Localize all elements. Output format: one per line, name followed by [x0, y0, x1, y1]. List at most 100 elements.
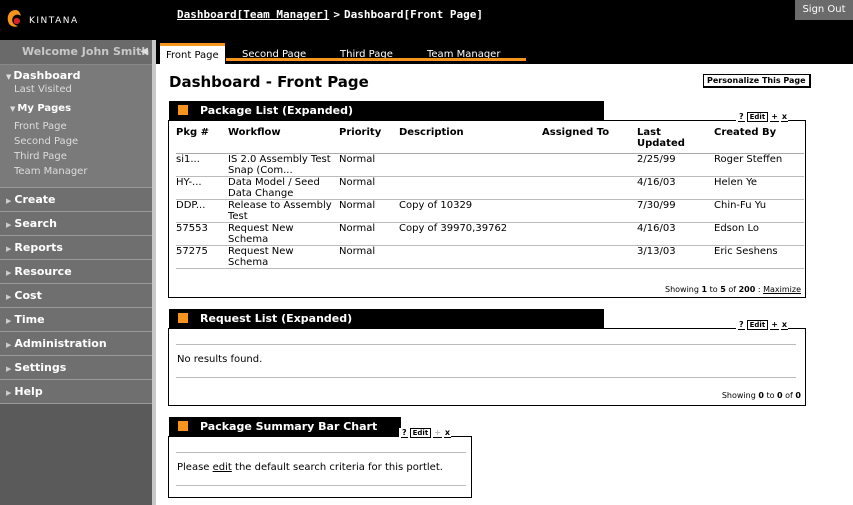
tab-third-page[interactable]: Third Page — [340, 46, 393, 64]
sidebar-item-label: Administration — [14, 337, 107, 350]
created-by-cell: Chin-Fu Yu — [714, 199, 804, 223]
tab-team-manager[interactable]: Team Manager — [427, 46, 500, 64]
pagination-summary: Showing 0 to 0 of 0 — [722, 391, 801, 400]
column-header[interactable]: Description — [399, 127, 542, 154]
assigned-to-cell — [542, 199, 637, 223]
footer-text: to — [766, 391, 775, 400]
sidebar-item-search[interactable]: ▶ Search — [0, 212, 152, 236]
workflow-cell: Release to Assembly Test — [228, 199, 339, 223]
tab-second-page[interactable]: Second Page — [242, 46, 306, 64]
help-icon[interactable]: ? — [401, 428, 408, 438]
edit-button[interactable]: Edit — [746, 320, 769, 330]
column-header[interactable]: Workflow — [228, 127, 339, 154]
last-updated-cell: 4/16/03 — [637, 176, 714, 200]
page-title: Dashboard - Front Page — [169, 73, 369, 91]
workflow-cell: Request New Schema — [228, 245, 339, 269]
package-table: Pkg # Workflow Priority Description Assi… — [176, 127, 804, 269]
sidebar-item-help[interactable]: ▶ Help — [0, 380, 152, 404]
sidebar-item-cost[interactable]: ▶ Cost — [0, 284, 152, 308]
portlet-header: Request List (Expanded) — [169, 309, 604, 328]
collapsed-triangle-icon: ▶ — [6, 245, 12, 253]
welcome-bar: Welcome John Smith ◀ — [0, 40, 152, 65]
table-row: HY-... Data Model / Seed Data Change Nor… — [176, 176, 804, 200]
footer-text: : — [757, 285, 761, 294]
portlet-controls: ? Edit + x — [736, 320, 789, 330]
column-header[interactable]: Pkg # — [176, 127, 228, 154]
package-link[interactable]: 57553 — [176, 223, 208, 234]
package-link[interactable]: si1... — [176, 154, 200, 165]
pagination-summary: Showing 1 to 5 of 200 : Maximize — [665, 285, 801, 294]
sidebar-item-resource[interactable]: ▶ Resource — [0, 260, 152, 284]
expanded-triangle-icon: ▼ — [6, 73, 12, 81]
close-icon[interactable]: x — [780, 320, 789, 330]
kintana-logo: KINTANA — [6, 6, 146, 34]
portlet-controls: ? Edit + x — [399, 428, 452, 438]
help-icon[interactable]: ? — [738, 112, 745, 122]
footer-text: Showing — [721, 391, 756, 400]
add-icon: + — [433, 428, 442, 438]
collapsed-triangle-icon: ▶ — [6, 197, 12, 205]
sidebar: Welcome John Smith ◀ ▼ Dashboard Last Vis… — [0, 40, 152, 505]
collapse-sidebar-icon[interactable]: ◀ — [140, 40, 148, 64]
package-link[interactable]: HY-... — [176, 177, 202, 188]
sidebar-item-reports[interactable]: ▶ Reports — [0, 236, 152, 260]
collapsed-triangle-icon: ▶ — [6, 341, 12, 349]
table-header-row: Pkg # Workflow Priority Description Assi… — [176, 127, 804, 154]
last-updated-cell: 4/16/03 — [637, 222, 714, 246]
personalize-page-button[interactable]: Personalize This Page — [703, 74, 811, 88]
add-icon[interactable]: + — [770, 112, 779, 122]
sidebar-item-second-page[interactable]: Second Page — [0, 134, 152, 149]
footer-to: 5 — [720, 285, 726, 294]
assigned-to-cell — [542, 222, 637, 246]
request-list-portlet: Request List (Expanded) ? Edit + x No resul… — [168, 309, 806, 406]
sidebar-item-label: Search — [14, 217, 57, 230]
assigned-to-cell — [542, 245, 637, 269]
breadcrumb-link-team-manager[interactable]: Dashboard[Team Manager] — [177, 8, 329, 21]
close-icon[interactable]: x — [443, 428, 452, 438]
tab-underline — [226, 58, 526, 61]
portlet-title: Package List (Expanded) — [200, 104, 354, 117]
sign-out-button[interactable]: Sign Out — [795, 0, 853, 20]
orange-square-icon — [178, 313, 188, 323]
column-header[interactable]: Created By — [714, 127, 804, 154]
package-list-portlet: Package List (Expanded) ? Edit + x Pkg # Wo… — [168, 101, 806, 298]
column-header[interactable]: Last Updated — [637, 127, 714, 154]
edit-button[interactable]: Edit — [746, 112, 769, 122]
package-link[interactable]: DDP... — [176, 200, 205, 211]
help-icon[interactable]: ? — [738, 320, 745, 330]
priority-cell: Normal — [339, 153, 399, 177]
sidebar-item-dashboard[interactable]: ▼ Dashboard — [0, 69, 152, 83]
collapsed-triangle-icon: ▶ — [6, 389, 12, 397]
edit-button[interactable]: Edit — [409, 428, 432, 438]
package-link[interactable]: 57275 — [176, 246, 208, 257]
logo-text: KINTANA — [29, 16, 79, 26]
sidebar-item-third-page[interactable]: Third Page — [0, 149, 152, 164]
sidebar-item-administration[interactable]: ▶ Administration — [0, 332, 152, 356]
main-content: Dashboard - Front Page Personalize This … — [156, 64, 853, 505]
orange-square-icon — [178, 421, 188, 431]
message-text: Please — [177, 462, 210, 473]
sidebar-item-label: My Pages — [17, 103, 72, 114]
close-icon[interactable]: x — [780, 112, 789, 122]
description-cell: Copy of 39970,39762 — [399, 222, 542, 246]
sidebar-item-last-visited[interactable]: Last Visited — [0, 83, 152, 97]
priority-cell: Normal — [339, 199, 399, 223]
sidebar-item-create[interactable]: ▶ Create — [0, 188, 152, 212]
sidebar-item-settings[interactable]: ▶ Settings — [0, 356, 152, 380]
breadcrumb-current: Dashboard[Front Page] — [343, 8, 484, 21]
sidebar-item-front-page[interactable]: Front Page — [0, 119, 152, 134]
sidebar-item-team-manager[interactable]: Team Manager — [0, 164, 152, 179]
edit-link[interactable]: edit — [213, 462, 232, 473]
portlet-title: Request List (Expanded) — [200, 312, 353, 325]
portlet-header: Package Summary Bar Chart — [169, 417, 401, 436]
sidebar-item-time[interactable]: ▶ Time — [0, 308, 152, 332]
package-summary-portlet: Package Summary Bar Chart ? Edit + x Please… — [168, 417, 472, 498]
maximize-link[interactable]: Maximize — [763, 285, 801, 294]
column-header[interactable]: Priority — [339, 127, 399, 154]
sidebar-item-my-pages[interactable]: ▼ My Pages — [0, 103, 152, 119]
sidebar-item-label: Create — [14, 193, 56, 206]
top-bar: KINTANA Dashboard[Team Manager] > Dashboar… — [0, 0, 853, 40]
description-cell — [399, 245, 542, 269]
add-icon[interactable]: + — [770, 320, 779, 330]
column-header[interactable]: Assigned To — [542, 127, 637, 154]
